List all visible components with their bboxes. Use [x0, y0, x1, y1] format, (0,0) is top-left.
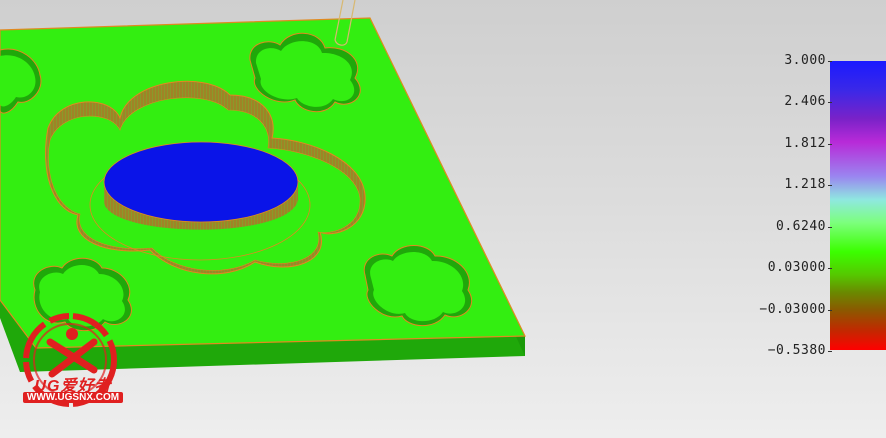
legend-label: 0.6240 [776, 219, 826, 234]
legend-label: −0.5380 [767, 343, 826, 358]
legend-label: 1.218 [784, 177, 826, 192]
color-scale-bar [830, 61, 886, 350]
watermark-logo: UG爱好者 WWW.UGSNX.COM [12, 312, 134, 432]
legend-label: 2.406 [784, 94, 826, 109]
legend-label: 0.03000 [767, 260, 826, 275]
legend-label: 3.000 [784, 53, 826, 68]
legend-label: 1.812 [784, 136, 826, 151]
legend-label: −0.03000 [759, 302, 826, 317]
watermark-url: WWW.UGSNX.COM [23, 392, 123, 403]
